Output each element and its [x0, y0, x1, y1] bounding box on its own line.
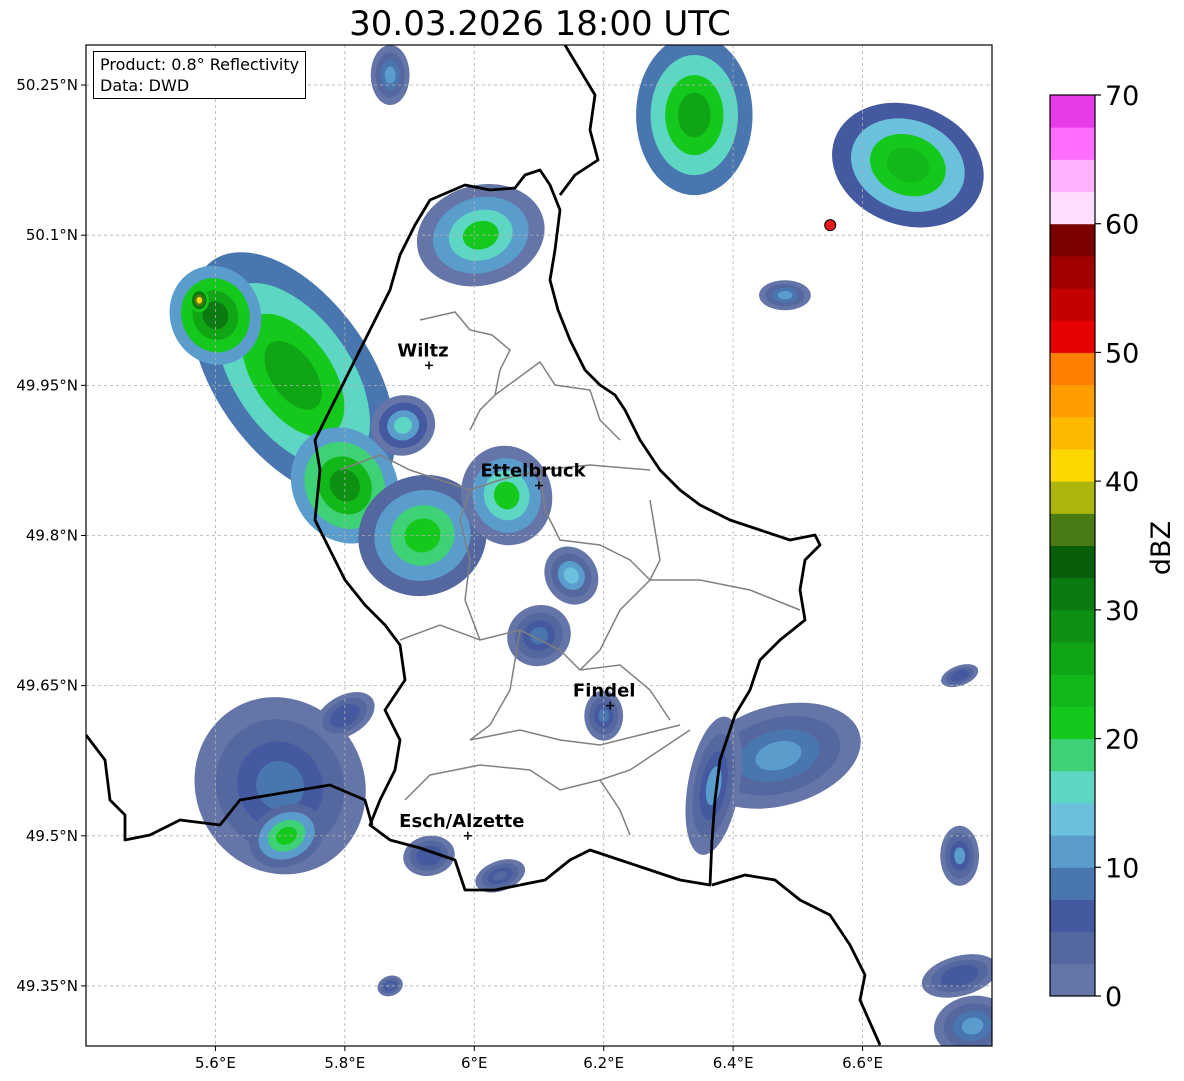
colorbar-bin: [1050, 159, 1095, 193]
colorbar-bin: [1050, 899, 1095, 933]
colorbar-bin: [1050, 609, 1095, 643]
colorbar-bin: [1050, 127, 1095, 160]
colorbar-tick-label: 70: [1105, 81, 1139, 112]
colorbar-bin: [1050, 802, 1095, 836]
colorbar: 0 10 20 30 40 50 60 70 dBZ: [1049, 81, 1177, 1013]
colorbar-bin: [1050, 545, 1095, 579]
colorbar-bins: [1050, 95, 1095, 997]
colorbar-bin: [1050, 416, 1095, 450]
colorbar-bin: [1050, 191, 1095, 225]
colorbar-ticks: 0 10 20 30 40 50 60 70: [1095, 81, 1139, 1013]
colorbar-tick-label: 50: [1105, 338, 1139, 369]
colorbar-bin: [1050, 384, 1095, 418]
colorbar-bin: [1050, 770, 1095, 804]
colorbar-tick-label: 30: [1105, 596, 1139, 627]
colorbar-bin: [1050, 931, 1095, 965]
colorbar-bin: [1050, 867, 1095, 900]
colorbar-bin: [1050, 577, 1095, 611]
colorbar-bin: [1050, 320, 1095, 353]
colorbar-bin: [1050, 95, 1095, 128]
colorbar-tick-label: 60: [1105, 210, 1139, 241]
colorbar-tick-label: 10: [1105, 853, 1139, 884]
colorbar-bin: [1050, 255, 1095, 289]
colorbar-bin: [1050, 448, 1095, 482]
colorbar-bin: [1050, 223, 1095, 257]
colorbar-tick-label: 40: [1105, 467, 1139, 498]
colorbar-bin: [1050, 738, 1095, 772]
colorbar-label: dBZ: [1146, 521, 1177, 575]
colorbar-bin: [1050, 642, 1095, 675]
colorbar-bin: [1050, 481, 1095, 514]
colorbar-bin: [1050, 674, 1095, 707]
colorbar-bin: [1050, 706, 1095, 740]
colorbar-bin: [1050, 963, 1095, 997]
colorbar-bin: [1050, 835, 1095, 868]
colorbar-bin: [1050, 288, 1095, 321]
colorbar-tick-label: 20: [1105, 725, 1139, 756]
colorbar-bin: [1050, 513, 1095, 546]
colorbar-tick-label: 0: [1105, 982, 1122, 1013]
colorbar-bin: [1050, 352, 1095, 386]
